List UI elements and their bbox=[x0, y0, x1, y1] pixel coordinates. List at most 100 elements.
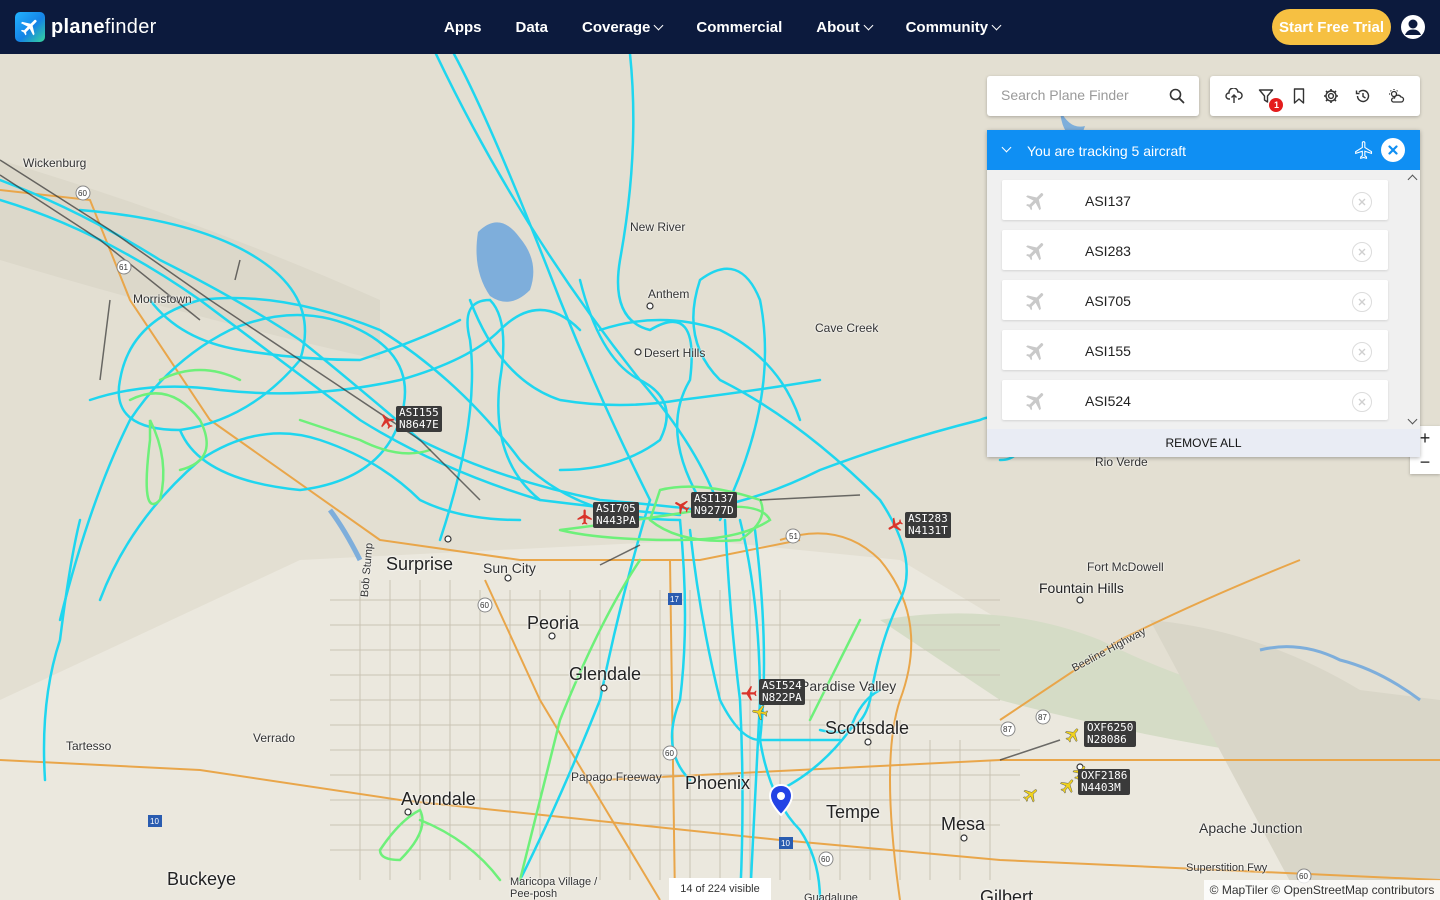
map-toolbar: 1 bbox=[1210, 76, 1420, 116]
place-label: Morristown bbox=[133, 292, 192, 306]
place-label: Scottsdale bbox=[825, 718, 910, 738]
aircraft-label[interactable]: OXF2186 N4403M bbox=[1078, 769, 1131, 795]
settings-icon[interactable] bbox=[1320, 85, 1342, 107]
location-pin-icon[interactable] bbox=[769, 784, 793, 816]
search-icon[interactable] bbox=[1169, 88, 1185, 104]
nav-coverage[interactable]: Coverage bbox=[565, 19, 679, 36]
place-label: Verrado bbox=[253, 731, 296, 745]
place-label: Tempe bbox=[826, 802, 881, 822]
tracked-aircraft-icon[interactable] bbox=[886, 516, 904, 534]
search-input[interactable] bbox=[1001, 87, 1161, 103]
svg-text:87: 87 bbox=[1003, 725, 1012, 734]
place-label: Gilbert bbox=[980, 887, 1034, 900]
aircraft-label[interactable]: ASI283 N4131T bbox=[905, 512, 951, 538]
close-icon bbox=[1358, 198, 1366, 206]
remove-tracked-button[interactable] bbox=[1352, 392, 1372, 412]
tracked-aircraft-name: ASI137 bbox=[1085, 193, 1131, 209]
tracked-aircraft-item[interactable]: ASI137 bbox=[1002, 180, 1388, 220]
close-icon bbox=[1358, 248, 1366, 256]
tracked-aircraft-icon[interactable] bbox=[378, 412, 396, 430]
filter-count-badge: 1 bbox=[1269, 98, 1284, 112]
filter-icon[interactable]: 1 bbox=[1255, 85, 1284, 112]
aircraft-label[interactable]: ASI137 N9277D bbox=[691, 492, 737, 518]
svg-text:10: 10 bbox=[781, 839, 790, 848]
remove-tracked-button[interactable] bbox=[1352, 342, 1372, 362]
plane-icon bbox=[1026, 393, 1044, 411]
place-label: Rio Verde bbox=[1095, 455, 1148, 469]
chevron-up-icon[interactable] bbox=[1407, 174, 1418, 185]
remove-all-button[interactable]: REMOVE ALL bbox=[987, 429, 1420, 457]
cloud-upload-icon[interactable] bbox=[1223, 85, 1245, 107]
nav-about[interactable]: About bbox=[799, 19, 888, 36]
place-label: Tartesso bbox=[66, 739, 112, 753]
tracking-panel: You are tracking 5 aircraft ASI137 ASI28… bbox=[987, 130, 1420, 457]
bookmark-icon[interactable] bbox=[1288, 85, 1310, 107]
place-label: Sun City bbox=[483, 560, 536, 576]
place-label: Buckeye bbox=[167, 869, 237, 889]
tracking-panel-header: You are tracking 5 aircraft bbox=[987, 130, 1420, 170]
tracked-aircraft-icon[interactable] bbox=[576, 508, 594, 526]
remove-tracked-button[interactable] bbox=[1352, 192, 1372, 212]
place-label: Cave Creek bbox=[815, 321, 879, 335]
place-label: Superstition Fwy bbox=[1186, 862, 1268, 874]
tracked-aircraft-list: ASI137 ASI283 ASI705 ASI155 ASI524 bbox=[987, 170, 1420, 429]
chevron-down-icon[interactable] bbox=[1001, 142, 1012, 153]
remove-tracked-button[interactable] bbox=[1352, 242, 1372, 262]
tracked-aircraft-name: ASI524 bbox=[1085, 393, 1131, 409]
aircraft-label[interactable]: ASI155 N8647E bbox=[396, 406, 442, 432]
place-label: Fort McDowell bbox=[1087, 560, 1164, 574]
plane-icon bbox=[1026, 193, 1044, 211]
close-icon bbox=[1388, 145, 1398, 155]
place-label: Glendale bbox=[569, 664, 642, 684]
start-free-trial-button[interactable]: Start Free Trial bbox=[1272, 9, 1391, 45]
weather-icon[interactable] bbox=[1385, 85, 1407, 107]
svg-text:60: 60 bbox=[78, 189, 87, 198]
remove-tracked-button[interactable] bbox=[1352, 292, 1372, 312]
planefinder-logo[interactable]: planefinder bbox=[15, 12, 157, 42]
nav-apps[interactable]: Apps bbox=[427, 19, 499, 36]
user-account-icon[interactable] bbox=[1400, 14, 1426, 40]
logo-plane-icon bbox=[15, 12, 45, 42]
close-icon bbox=[1358, 348, 1366, 356]
plane-icon bbox=[1026, 243, 1044, 261]
place-label: Paradise Valley bbox=[800, 678, 897, 694]
svg-text:51: 51 bbox=[789, 532, 798, 541]
chevron-down-icon[interactable] bbox=[1407, 414, 1418, 425]
tracked-aircraft-item[interactable]: ASI524 bbox=[1002, 380, 1388, 420]
place-label: Surprise bbox=[386, 554, 454, 574]
tracked-aircraft-item[interactable]: ASI155 bbox=[1002, 330, 1388, 370]
place-label: Avondale bbox=[401, 789, 476, 809]
svg-text:60: 60 bbox=[665, 749, 674, 758]
tracked-aircraft-name: ASI155 bbox=[1085, 343, 1131, 359]
aircraft-icon[interactable] bbox=[1022, 786, 1040, 804]
svg-text:60: 60 bbox=[821, 855, 830, 864]
logo-text: planefinder bbox=[51, 15, 157, 38]
nav-community[interactable]: Community bbox=[889, 19, 1018, 36]
aircraft-label[interactable]: ASI705 N443PA bbox=[593, 502, 639, 528]
aircraft-label[interactable]: ASI524 N822PA bbox=[759, 679, 805, 705]
plane-icon bbox=[1026, 293, 1044, 311]
place-label: Desert Hills bbox=[644, 346, 706, 360]
aircraft-icon[interactable] bbox=[751, 703, 769, 721]
tracking-list-scrollbar[interactable] bbox=[1404, 170, 1420, 429]
place-label: Guadalupe bbox=[804, 892, 858, 900]
aircraft-icon[interactable] bbox=[1064, 726, 1082, 744]
visible-aircraft-count: 14 of 224 visible bbox=[669, 878, 771, 900]
chevron-down-icon bbox=[991, 20, 1002, 30]
close-tracking-button[interactable] bbox=[1381, 138, 1405, 162]
map-attribution[interactable]: © MapTiler © OpenStreetMap contributors bbox=[1204, 880, 1440, 900]
history-icon[interactable] bbox=[1352, 85, 1374, 107]
tracked-plane-icon bbox=[1355, 141, 1373, 160]
tracking-title: You are tracking 5 aircraft bbox=[1027, 143, 1187, 159]
tracked-aircraft-item[interactable]: ASI705 bbox=[1002, 280, 1388, 320]
close-icon bbox=[1358, 398, 1366, 406]
place-label: Anthem bbox=[648, 287, 690, 301]
top-navigation-bar: planefinder Apps Data Coverage Commercia… bbox=[0, 0, 1440, 54]
tracked-aircraft-icon[interactable] bbox=[740, 684, 758, 702]
nav-commercial[interactable]: Commercial bbox=[679, 19, 799, 36]
tracked-aircraft-item[interactable]: ASI283 bbox=[1002, 230, 1388, 270]
tracked-aircraft-icon[interactable] bbox=[673, 497, 691, 515]
nav-data[interactable]: Data bbox=[499, 19, 566, 36]
place-label: Apache Junction bbox=[1199, 820, 1303, 836]
aircraft-label[interactable]: OXF6250 N28086 bbox=[1084, 721, 1137, 747]
